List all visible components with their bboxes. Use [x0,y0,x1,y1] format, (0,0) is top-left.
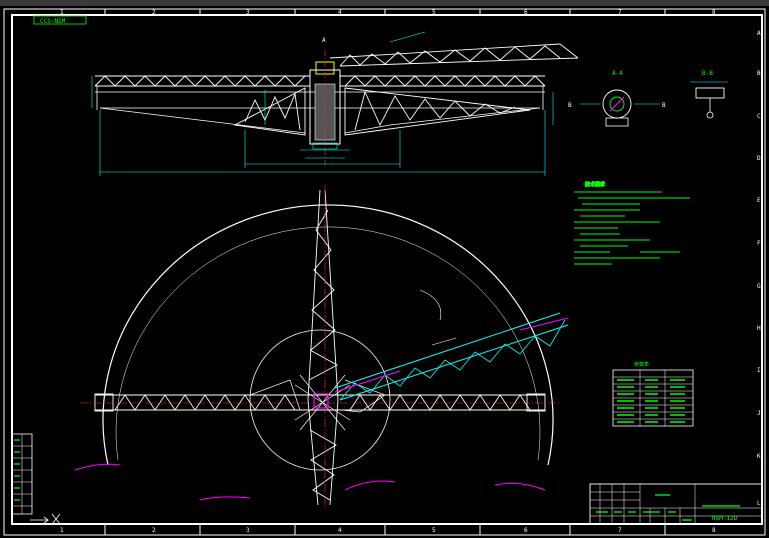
grid-label-right: C [757,113,761,120]
grid-label-right: H [757,325,761,332]
grid-label-top: 7 [618,9,622,16]
parameter-table: 参数表 [612,361,694,427]
detail-a-a: A-A B B [568,70,666,127]
grid-label-right: I [757,367,761,374]
grid-label-top: 4 [338,9,342,16]
grid-label-top: 5 [432,9,436,16]
grid-label-bottom: 8 [712,527,716,534]
section-mark-b: B [662,102,666,109]
leader-line [389,31,426,43]
grid-label-right: K [757,453,761,460]
table-header: 参数表 [634,361,649,368]
grid-ticks-top [104,9,666,535]
grid-labels-bottom: 1 2 3 4 5 6 7 8 [60,527,716,534]
feed-well [249,329,391,471]
code-tag: CCS-NSM [40,18,66,25]
grid-label-right: D [757,155,761,162]
grid-label-bottom: 4 [338,527,342,534]
grid-label-bottom: 6 [524,527,528,534]
grid-label-right: J [757,410,761,417]
grid-labels-right: A B C D E F G H I J K L [757,30,761,507]
walkway-truss [329,43,579,67]
rake-arm-left [233,87,306,136]
rake-truss-vertical [307,185,339,510]
grid-label-right: A [757,30,761,37]
grid-label-bottom: 5 [432,527,436,534]
revision-strip [11,433,33,515]
grid-label-bottom: 7 [618,527,622,534]
title-block: NSM-12D [589,483,763,525]
grid-label-top: 3 [246,9,250,16]
grid-label-bottom: 1 [60,527,64,534]
drawing-border [3,8,766,536]
grid-label-right: B [757,70,761,77]
grid-label-bottom: 3 [246,527,250,534]
grid-label-right: G [757,283,761,290]
ucs-icon [30,513,61,525]
grid-label-bottom: 2 [152,527,156,534]
notes-title: 技术要求 [585,181,605,188]
elevation-view: A A-A B B B-B [91,31,728,176]
viewport-top-bar [0,0,769,6]
inner-frame [11,14,763,525]
grid-label-top: 1 [60,9,64,16]
grid-label-right: L [757,500,761,507]
technical-notes: 技术要求 [574,181,690,265]
inclined-walkway [334,312,569,401]
drawing-number: NSM-12D [712,515,738,522]
view-marker-a: A [322,37,326,44]
grid-label-right: F [757,240,761,247]
grid-label-top: 6 [524,9,528,16]
cad-drawing: 1 2 3 4 5 6 7 8 1 2 3 4 5 6 7 8 A B C D … [0,0,769,536]
detail-b-b: B-B [690,70,728,119]
section-mark-b: B [568,102,572,109]
plan-view [74,185,569,510]
section-label-a-a: A-A [612,70,623,77]
section-label-b-b: B-B [702,70,713,77]
grid-label-top: 2 [152,9,156,16]
grid-label-right: E [757,197,761,204]
grid-label-top: 8 [712,9,716,16]
